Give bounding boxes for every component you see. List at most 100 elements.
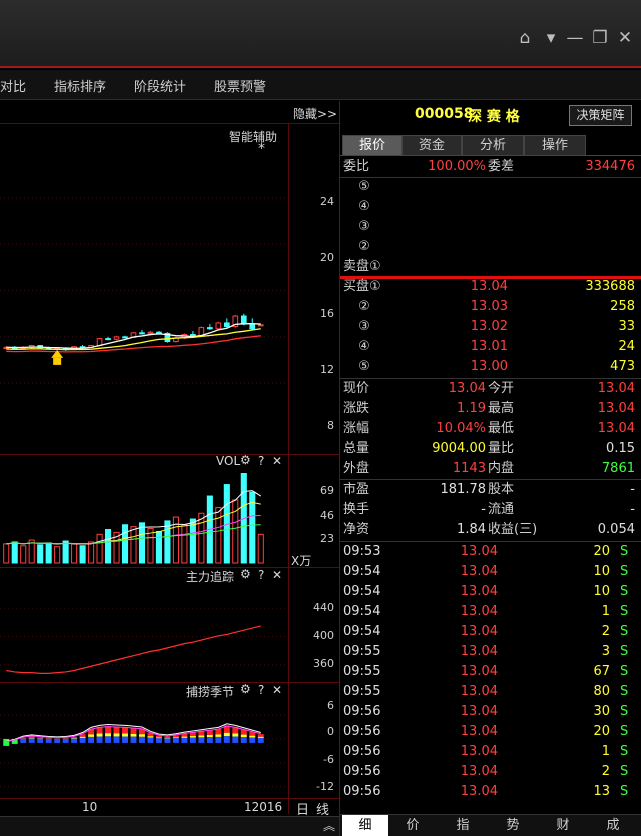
season-bar-yellow: [96, 733, 103, 737]
tab-operation[interactable]: 操作: [524, 135, 586, 155]
tab-finance[interactable]: 财: [540, 815, 586, 836]
candle-body: [257, 324, 264, 327]
decision-matrix-button[interactable]: 决策矩阵: [569, 105, 632, 126]
gear-icon[interactable]: ⚙: [240, 682, 251, 696]
stock-code: 000058: [415, 106, 474, 122]
tick-flag: S: [620, 684, 629, 699]
menu-item-stage-stats[interactable]: 阶段统计: [134, 76, 186, 95]
chevron-up-icon[interactable]: ︽: [323, 817, 335, 834]
y-tick: 400: [313, 629, 334, 642]
tab-quote[interactable]: 报价: [342, 135, 402, 155]
help-icon[interactable]: ?: [258, 568, 264, 582]
season-bar-red: [37, 737, 44, 739]
tab-detail[interactable]: 细: [342, 815, 388, 836]
volume-bar: [88, 541, 95, 564]
tick-time: 09:54: [343, 604, 381, 619]
candlestick-chart[interactable]: [0, 124, 288, 454]
season-bar-yellow: [249, 735, 256, 738]
tick-price: 13.04: [460, 664, 498, 679]
menu-item-indicator-sort[interactable]: 指标排序: [54, 76, 106, 95]
stat-label: 内盘: [488, 461, 515, 476]
gear-icon[interactable]: ⚙: [240, 567, 251, 581]
y-tick: 24: [320, 195, 334, 208]
order-level-label: 卖盘①: [343, 259, 381, 274]
season-bar-yellow: [164, 737, 171, 739]
order-volume: 24: [618, 339, 635, 354]
tab-funds[interactable]: 资金: [402, 135, 462, 155]
stat-label: 市盈: [343, 482, 370, 497]
weibi-label: 委比: [343, 159, 370, 174]
y-tick: 0: [327, 725, 334, 738]
close-icon[interactable]: ✕: [272, 568, 282, 582]
season-bar-green: [3, 738, 10, 746]
buy-order-row: ⑤ 13.00 473: [340, 357, 641, 377]
tick-flag: S: [620, 764, 629, 779]
stat-label: 最高: [488, 401, 515, 416]
season-bar-blue: [130, 736, 137, 743]
hide-button[interactable]: 隐藏>>: [293, 105, 337, 122]
stat-value: 13.04: [597, 381, 635, 396]
order-level-label: ⑤: [358, 359, 370, 374]
gear-icon[interactable]: ⚙: [240, 453, 251, 467]
close-icon[interactable]: ✕: [272, 454, 282, 468]
x-tick: 12016: [244, 800, 283, 814]
tick-row: 09:56 13.04 20 S: [340, 722, 641, 742]
y-tick: 360: [313, 657, 334, 670]
volume-bar: [62, 540, 69, 564]
stat-value: -: [630, 482, 635, 497]
candle-body: [105, 338, 111, 341]
season-bar-red: [164, 736, 171, 738]
season-bar-blue: [139, 736, 145, 743]
restore-icon[interactable]: ❐: [589, 28, 611, 48]
chart-area: 隐藏>> 智能辅助 * 24 20 16 12 8 VOL ⚙ ? ✕ 69 4…: [0, 101, 339, 836]
dropdown-icon[interactable]: ▾: [540, 28, 562, 48]
stat-label: 最低: [488, 421, 515, 436]
season-bar-blue: [20, 738, 27, 743]
tab-index[interactable]: 指: [440, 815, 486, 836]
tick-time: 09:55: [343, 644, 381, 659]
candle-body: [215, 322, 222, 330]
tab-price[interactable]: 价: [390, 815, 436, 836]
tick-time: 09:54: [343, 624, 381, 639]
season-bar-blue: [105, 736, 112, 743]
tab-deal[interactable]: 成: [590, 815, 636, 836]
volume-bar: [20, 545, 27, 564]
menu-item-compare[interactable]: 对比: [0, 76, 26, 95]
tick-row: 09:53 13.04 20 S: [340, 542, 641, 562]
volume-bar: [232, 499, 239, 564]
y-tick: 69: [320, 484, 334, 497]
weibi-row: 委比 100.00% 委差 334476: [340, 157, 641, 177]
close-icon[interactable]: ✕: [614, 28, 636, 48]
stat-value: 7861: [601, 461, 635, 476]
volume-bar: [96, 533, 103, 564]
panel-divider: [0, 682, 339, 683]
tick-volume: 20: [593, 544, 610, 559]
order-level-label: ④: [358, 339, 370, 354]
tab-analysis[interactable]: 分析: [462, 135, 524, 155]
buy-order-row: ② 13.03 258: [340, 297, 641, 317]
tick-time: 09:56: [343, 764, 381, 779]
volume-bar: [3, 543, 10, 564]
order-level-label: ②: [358, 239, 370, 254]
stat-row: 总量 9004.00 量比 0.15: [340, 439, 641, 459]
volume-chart[interactable]: [0, 473, 288, 565]
minimize-icon[interactable]: —: [564, 28, 586, 48]
tick-volume: 2: [601, 764, 610, 779]
stat-label: 涨跌: [343, 401, 370, 416]
home-icon[interactable]: ⌂: [514, 28, 536, 48]
tick-row: 09:55 13.04 80 S: [340, 682, 641, 702]
tick-time: 09:56: [343, 744, 381, 759]
window-titlebar: ⌂ ▾ — ❐ ✕: [0, 0, 641, 68]
tick-price: 13.04: [460, 604, 498, 619]
close-icon[interactable]: ✕: [272, 683, 282, 697]
menu-item-stock-alert[interactable]: 股票预警: [214, 76, 266, 95]
season-bar-yellow: [139, 734, 145, 737]
tab-trend[interactable]: 势: [490, 815, 536, 836]
help-icon[interactable]: ?: [258, 683, 264, 697]
tick-price: 13.04: [460, 744, 498, 759]
fishing-season-chart[interactable]: [0, 701, 288, 797]
help-icon[interactable]: ?: [258, 454, 264, 468]
season-bar-blue: [257, 737, 264, 743]
main-force-chart[interactable]: [0, 587, 288, 679]
y-tick: 46: [320, 509, 334, 522]
